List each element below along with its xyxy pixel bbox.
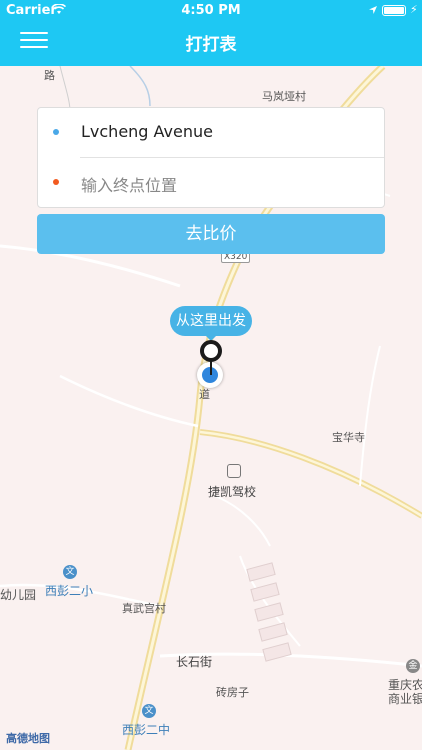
school-icon: 文 <box>142 704 156 718</box>
pickup-pin-icon <box>200 340 222 362</box>
charging-bolt-icon: ⚡ <box>410 3 418 16</box>
battery-level <box>384 7 404 14</box>
battery-icon <box>382 5 406 16</box>
location-services-icon <box>369 6 377 14</box>
map-label-temple: 宝华寺 <box>332 431 365 444</box>
map-label-road: 路 <box>44 69 55 82</box>
map-label-xipeng-middle: 西彭二中 <box>122 723 171 737</box>
app-header: Carrier 4:50 PM ⚡ 打打表 <box>0 0 422 66</box>
bus-stop-icon <box>227 464 241 478</box>
map-label-xipeng-primary: 西彭二小 <box>45 584 94 598</box>
school-icon: 文 <box>63 565 77 579</box>
map-label-zhuanfangzi: 砖房子 <box>216 686 249 699</box>
map-label-changshi-street: 长石街 <box>176 655 213 669</box>
compare-price-button[interactable]: 去比价 <box>37 214 385 254</box>
map-provider-logo: 高德地图 <box>6 732 50 745</box>
map-label-village: 马岚垭村 <box>262 90 306 103</box>
destination-placeholder: 输入终点位置 <box>81 176 178 195</box>
pickup-bubble[interactable]: 从这里出发 <box>170 306 252 336</box>
start-location-value: Lvcheng Avenue <box>81 122 213 141</box>
pickup-pin-stem <box>210 361 212 375</box>
map-label-bank-line2: 商业银 <box>388 692 422 706</box>
route-input-card: Lvcheng Avenue 输入终点位置 <box>37 107 385 208</box>
bank-icon: 金 <box>406 659 420 673</box>
map-label-driving-school: 捷凯驾校 <box>208 485 257 499</box>
end-dot-icon <box>53 179 59 185</box>
map-label-road-dao: 道 <box>199 388 210 401</box>
start-location-field[interactable]: Lvcheng Avenue <box>38 108 384 157</box>
map-label-zhenwugong: 真武宫村 <box>122 602 166 615</box>
start-dot-icon <box>53 129 59 135</box>
page-title: 打打表 <box>185 35 237 55</box>
map-label-kindergarten: 幼儿园 <box>0 588 37 602</box>
status-bar: Carrier 4:50 PM ⚡ <box>0 0 422 22</box>
destination-field[interactable]: 输入终点位置 <box>38 158 384 207</box>
status-time: 4:50 PM <box>181 3 241 18</box>
